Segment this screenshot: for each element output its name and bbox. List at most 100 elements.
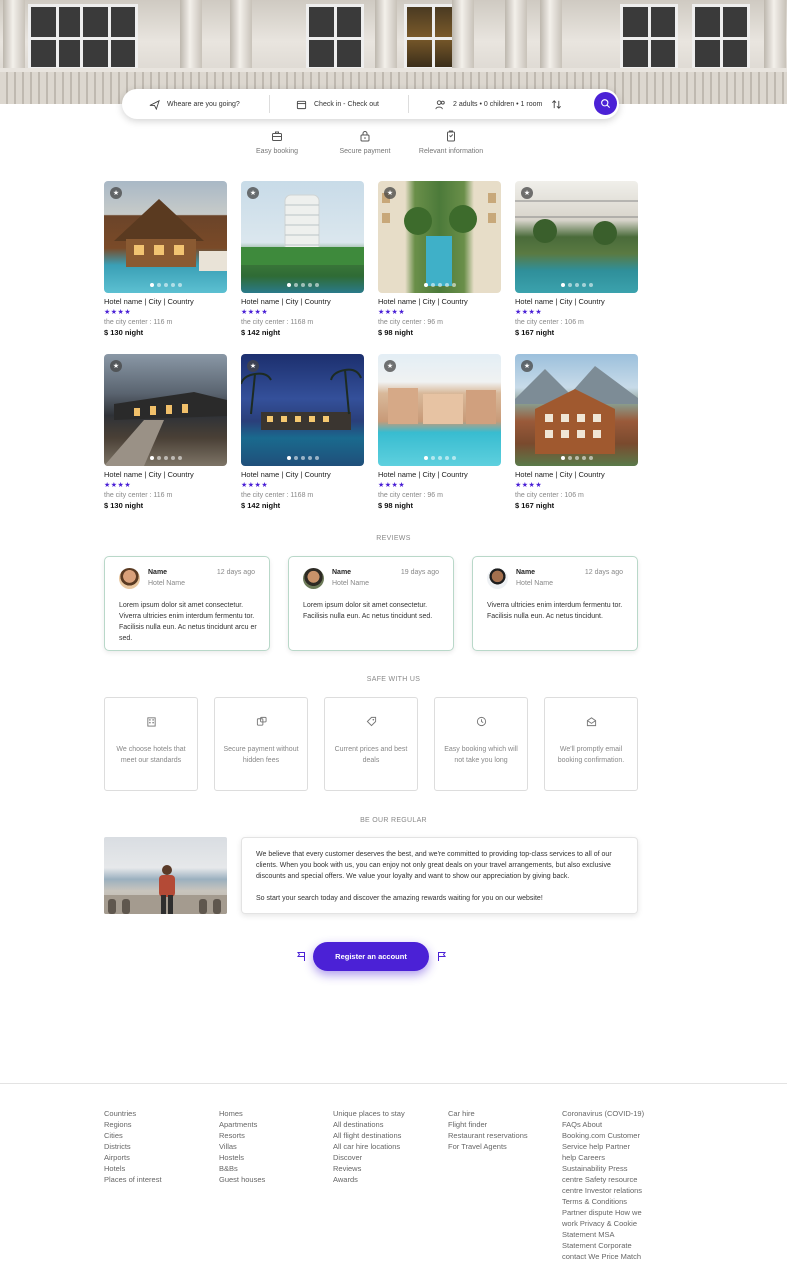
footer-link[interactable]: help Careers [562,1152,644,1163]
footer-link[interactable]: Car hire [448,1108,528,1119]
feature-easy-booking: Easy booking [232,130,322,155]
hotel-image[interactable]: ★ [104,354,227,466]
hotel-card[interactable]: ★ Hotel name | City | Country ★★★★ the c… [104,354,227,510]
footer-link[interactable]: Statement Corporate [562,1240,644,1251]
hotel-image[interactable]: ★ [378,181,501,293]
carousel-dots [104,283,227,287]
footer-link[interactable]: Homes [219,1108,265,1119]
footer-link[interactable]: B&Bs [219,1163,265,1174]
hotel-name[interactable]: Hotel name | City | Country [241,297,364,306]
hotel-name[interactable]: Hotel name | City | Country [378,297,501,306]
hotel-image[interactable]: ★ [378,354,501,466]
register-button[interactable]: Register an account [313,942,429,971]
reviewer-hotel: Hotel Name [148,580,185,587]
safe-title: SAFE WITH US [366,676,421,683]
hotel-card[interactable]: ★ Hotel name | City | Country ★★★★ the c… [241,354,364,510]
tower-illustration [241,194,364,265]
hotel-card[interactable]: ★ Hotel name | City | Country ★★★★ the c… [241,181,364,337]
favorite-star-icon[interactable]: ★ [247,187,259,199]
hotel-card[interactable]: ★ Hotel name | City | Country ★★★★ the c… [104,181,227,337]
footer-link[interactable]: Awards [333,1174,405,1185]
clipboard-icon [447,130,455,142]
destination-field[interactable]: Wheare are you going? [122,89,269,119]
footer-link[interactable]: Cities [104,1130,162,1141]
swap-icon[interactable] [551,99,562,110]
hotel-name[interactable]: Hotel name | City | Country [378,470,501,479]
hotel-image[interactable]: ★ [515,354,638,466]
footer-link[interactable]: Villas [219,1141,265,1152]
favorite-star-icon[interactable]: ★ [384,360,396,372]
footer-link[interactable]: Restaurant reservations [448,1130,528,1141]
hotel-card[interactable]: ★ Hotel name | City | Country ★★★★ the c… [515,354,638,510]
safe-text: We choose hotels that meet our standards [116,746,186,764]
reviews-title: REVIEWS [376,535,411,542]
hotel-image[interactable]: ★ [241,354,364,466]
footer-link[interactable]: Airports [104,1152,162,1163]
footer-link[interactable]: Flight finder [448,1119,528,1130]
hotel-name[interactable]: Hotel name | City | Country [515,297,638,306]
footer-link[interactable]: Regions [104,1119,162,1130]
carousel-dots [241,283,364,287]
reviewer-name: Name [332,569,352,576]
footer-link[interactable]: Booking.com Customer [562,1130,644,1141]
footer-link[interactable]: Discover [333,1152,405,1163]
hotel-name[interactable]: Hotel name | City | Country [104,297,227,306]
footer-link[interactable]: FAQs About [562,1119,644,1130]
footer-link[interactable]: Service help Partner [562,1141,644,1152]
destination-placeholder: Wheare are you going? [167,100,240,108]
guests-field[interactable]: 2 adults • 0 children • 1 room [409,89,562,119]
alpine-hotel-illustration [515,366,638,454]
guests-label: 2 adults • 0 children • 1 room [453,100,543,108]
footer-divider [0,1083,787,1084]
favorite-star-icon[interactable]: ★ [521,360,533,372]
safe-card: We'll promptly email booking confirmatio… [544,697,638,791]
favorite-star-icon[interactable]: ★ [384,187,396,199]
hotel-name[interactable]: Hotel name | City | Country [515,470,638,479]
footer-link[interactable]: All flight destinations [333,1130,405,1141]
dates-field[interactable]: Check in - Check out [270,89,408,119]
footer-link[interactable]: Resorts [219,1130,265,1141]
footer-link[interactable]: work Privacy & Cookie [562,1218,644,1229]
footer-link[interactable]: Districts [104,1141,162,1152]
favorite-star-icon[interactable]: ★ [247,360,259,372]
favorite-star-icon[interactable]: ★ [110,360,122,372]
hotel-image[interactable]: ★ [104,181,227,293]
hotel-card[interactable]: ★ Hotel name | City | Country ★★★★ the c… [378,354,501,510]
footer-link[interactable]: Hotels [104,1163,162,1174]
footer-link[interactable]: Apartments [219,1119,265,1130]
hotel-image[interactable]: ★ [515,181,638,293]
footer-link[interactable]: Unique places to stay [333,1108,405,1119]
footer-link[interactable]: Hostels [219,1152,265,1163]
footer-link[interactable]: For Travel Agents [448,1141,528,1152]
footer-link[interactable]: All car hire locations [333,1141,405,1152]
hotel-price: $ 142 night [241,328,281,337]
tag-icon [366,716,376,727]
footer-link[interactable]: centre Investor relations [562,1185,644,1196]
review-date: 12 days ago [584,569,623,576]
footer-link[interactable]: Statement MSA [562,1229,644,1240]
hotel-card[interactable]: ★ Hotel name | City | Country ★★★★ the c… [515,181,638,337]
reviewer-hotel: Hotel Name [516,580,553,587]
favorite-star-icon[interactable]: ★ [110,187,122,199]
footer-link[interactable]: centre Safety resource [562,1174,644,1185]
footer-link[interactable]: Sustainability Press [562,1163,644,1174]
footer-link[interactable]: Partner dispute How we [562,1207,644,1218]
hotel-name[interactable]: Hotel name | City | Country [241,470,364,479]
footer-link[interactable]: Places of interest [104,1174,162,1185]
footer-column: Countries Regions Cities Districts Airports H… [104,1108,162,1185]
hotel-card[interactable]: ★ Hotel name | City | Country ★★★★ the c… [378,181,501,337]
footer-link[interactable]: Coronavirus (COVID-19) [562,1108,644,1119]
favorite-star-icon[interactable]: ★ [521,187,533,199]
footer-link[interactable]: Guest houses [219,1174,265,1185]
search-button[interactable] [594,92,617,115]
footer-link[interactable]: All destinations [333,1119,405,1130]
safe-card: We choose hotels that meet our standards [104,697,198,791]
safe-text: Current prices and best deals [334,746,408,764]
hotel-image[interactable]: ★ [241,181,364,293]
footer-link[interactable]: Countries [104,1108,162,1119]
footer-link[interactable]: Terms & Conditions [562,1196,644,1207]
footer-link[interactable]: Reviews [333,1163,405,1174]
hotel-name[interactable]: Hotel name | City | Country [104,470,227,479]
footer-link[interactable]: contact We Price Match [562,1251,644,1262]
safe-text: Easy booking which will not take you lon… [444,746,518,764]
